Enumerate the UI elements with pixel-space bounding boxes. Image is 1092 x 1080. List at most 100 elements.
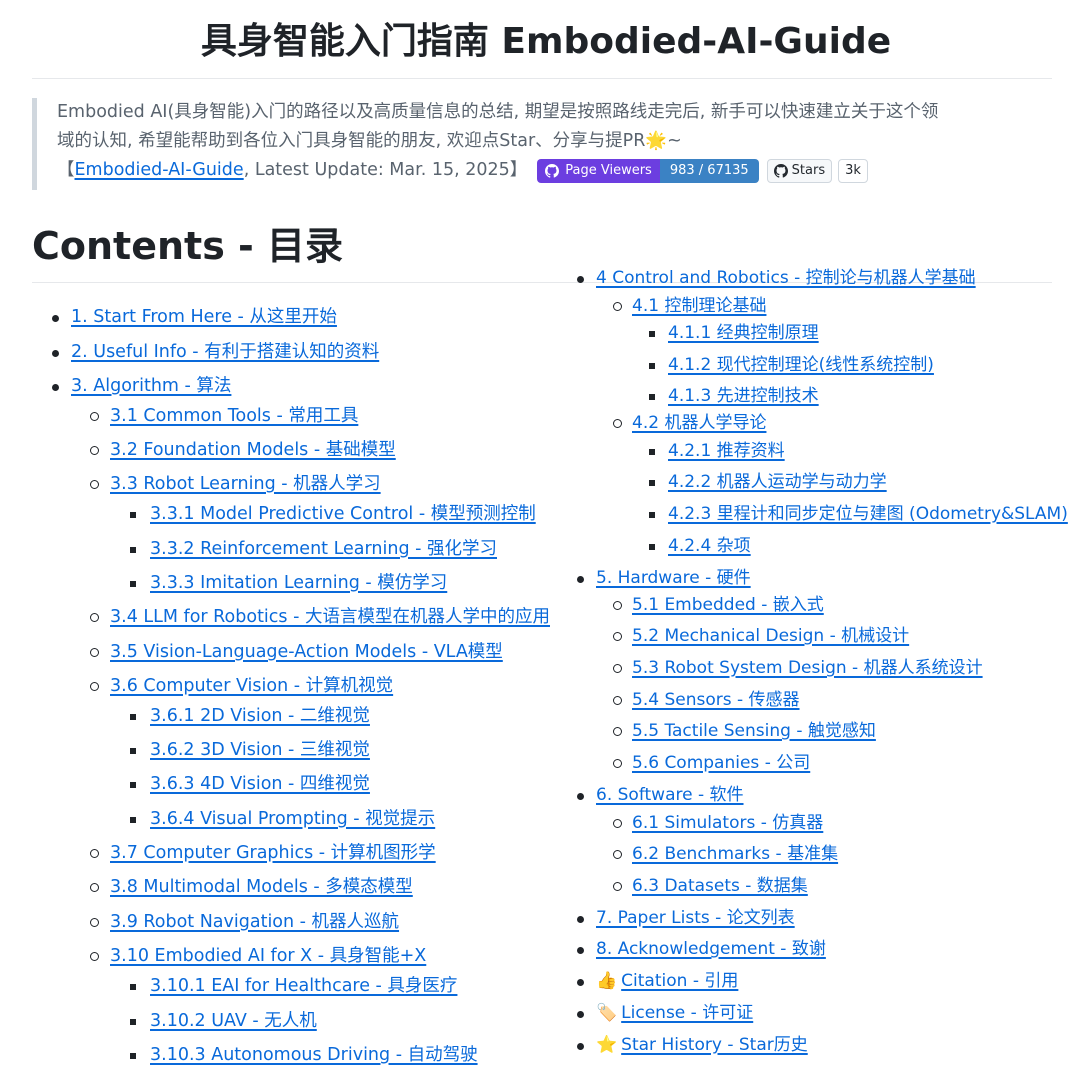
toc-link[interactable]: 3.10.2 UAV - 无人机 [150,1009,317,1033]
bullet-circle-icon [613,819,622,828]
bullet-disc-icon [577,947,584,954]
toc-link[interactable]: 3.7 Computer Graphics - 计算机图形学 [110,841,436,865]
toc-link[interactable]: 5.4 Sensors - 传感器 [632,688,800,712]
toc-link-text: 3.6.2 3D Vision - 三维视觉 [150,740,370,760]
bullet-disc-icon [577,979,584,986]
bullet-disc-icon [577,916,584,923]
toc-link[interactable]: 8. Acknowledgement - 致谢 [596,937,826,961]
toc-link-text: 4.2.3 里程计和同步定位与建图 (Odometry&SLAM) [668,504,1068,524]
toc-link[interactable]: 7. Paper Lists - 论文列表 [596,906,795,930]
stars-count[interactable]: 3k [838,158,868,183]
toc-link[interactable]: 3.3.1 Model Predictive Control - 模型预测控制 [150,502,536,526]
toc-link[interactable]: 3.2 Foundation Models - 基础模型 [110,438,396,462]
toc-link[interactable]: 4.2.2 机器人运动学与动力学 [668,470,887,494]
page-viewers-badge[interactable]: Page Viewers 983 / 67135 [537,158,759,183]
bullet-disc-icon [577,1011,584,1018]
bullet-disc-icon [577,276,584,283]
toc-link[interactable]: 6. Software - 软件 [596,783,744,807]
bullet-square-icon [130,782,136,788]
toc-link[interactable]: 3.3.3 Imitation Learning - 模仿学习 [150,571,447,595]
toc-link[interactable]: ⭐ Star History - Star历史 [596,1033,808,1057]
toc-link[interactable]: 3.5 Vision-Language-Action Models - VLA模… [110,640,503,664]
toc-link[interactable]: 6.1 Simulators - 仿真器 [632,811,823,835]
toc-link[interactable]: 4.2.1 推荐资料 [668,439,785,463]
toc-link[interactable]: 👍 Citation - 引用 [596,969,738,993]
toc-link-text: 6. Software - 软件 [596,785,744,805]
toc-link-text: 4.1 控制理论基础 [632,296,767,316]
toc-link[interactable]: 4.1 控制理论基础 [632,294,766,318]
toc-link-text: 4.1.2 现代控制理论(线性系统控制) [668,355,934,375]
toc-link-text: 4.2.4 杂项 [668,536,751,556]
toc-link[interactable]: 3.6.4 Visual Prompting - 视觉提示 [150,807,435,831]
bullet-disc-icon [577,793,584,800]
bullet-square-icon [130,1019,136,1025]
toc-link[interactable]: 3.8 Multimodal Models - 多模态模型 [110,875,413,899]
toc-link[interactable]: 3.10.3 Autonomous Driving - 自动驾驶 [150,1043,478,1067]
bullet-circle-icon [90,682,99,691]
toc-link[interactable]: 3.1 Common Tools - 常用工具 [110,404,358,428]
bullet-disc-icon [577,576,584,583]
stars-button[interactable]: Stars [766,158,833,183]
toc-link[interactable]: 4 Control and Robotics - 控制论与机器人学基础 [596,266,976,290]
toc-link-text: 6.3 Datasets - 数据集 [632,876,808,896]
toc-link[interactable]: 6.2 Benchmarks - 基准集 [632,842,838,866]
toc-link[interactable]: 4.2.4 杂项 [668,534,751,558]
toc-link[interactable]: 3.6.3 4D Vision - 四维视觉 [150,772,370,796]
bullet-circle-icon [613,664,622,673]
repo-link[interactable]: Embodied-AI-Guide [75,156,244,185]
toc-link-text: 3.3 Robot Learning - 机器人学习 [110,474,381,494]
toc-link[interactable]: 5.2 Mechanical Design - 机械设计 [632,624,909,648]
toc-link-text: 3.10.1 EAI for Healthcare - 具身医疗 [150,976,458,996]
toc-link[interactable]: 5. Hardware - 硬件 [596,566,751,590]
toc-link[interactable]: 1. Start From Here - 从这里开始 [71,305,337,329]
bullet-square-icon [130,512,136,518]
toc-link[interactable]: 5.3 Robot System Design - 机器人系统设计 [632,656,983,680]
toc-link[interactable]: 5.6 Companies - 公司 [632,751,810,775]
bullet-circle-icon [90,883,99,892]
toc-link[interactable]: 3.6.1 2D Vision - 二维视觉 [150,704,370,728]
intro-line-2: 域的认知, 希望能帮助到各位入门具身智能的朋友, 欢迎点Star、分享与提PR🌟… [57,131,682,151]
toc-link-text: 4.2.2 机器人运动学与动力学 [668,472,887,492]
toc-link[interactable]: 3.10.1 EAI for Healthcare - 具身医疗 [150,974,457,998]
bullet-disc-icon [577,1043,584,1050]
toc-link-text: 5.6 Companies - 公司 [632,753,811,773]
toc-link[interactable]: 4.1.1 经典控制原理 [668,321,819,345]
toc-link[interactable]: 3.3.2 Reinforcement Learning - 强化学习 [150,537,497,561]
toc-link[interactable]: 🏷️ License - 许可证 [596,1001,753,1025]
toc-link-text: 3.6.4 Visual Prompting - 视觉提示 [150,809,436,829]
bullet-square-icon [649,331,655,337]
toc-link-text: 4.2 机器人学导论 [632,413,767,433]
bullet-square-icon [649,512,655,518]
toc-link-text: 3.3.3 Imitation Learning - 模仿学习 [150,573,448,593]
toc-link[interactable]: 3.9 Robot Navigation - 机器人巡航 [110,910,399,934]
badge-label: Page Viewers [565,163,652,178]
toc-link-text: Citation - 引用 [621,971,739,991]
toc-link-text: 3.10.2 UAV - 无人机 [150,1011,317,1031]
toc-link[interactable]: 4.2 机器人学导论 [632,411,766,435]
toc-link-text: 3.6.3 4D Vision - 四维视觉 [150,774,370,794]
toc-link[interactable]: 3. Algorithm - 算法 [71,374,231,398]
bullet-circle-icon [90,613,99,622]
toc-link[interactable]: 3.3 Robot Learning - 机器人学习 [110,472,381,496]
bullet-square-icon [130,547,136,553]
toc-link[interactable]: 3.6 Computer Vision - 计算机视觉 [110,674,393,698]
toc-link-text: 3.10.3 Autonomous Driving - 自动驾驶 [150,1045,478,1065]
toc-link[interactable]: 3.10 Embodied AI for X - 具身智能+X [110,944,426,968]
bullet-circle-icon [90,412,99,421]
toc-link[interactable]: 4.1.2 现代控制理论(线性系统控制) [668,353,934,377]
toc-link[interactable]: 5.1 Embedded - 嵌入式 [632,593,824,617]
toc-link-text: 5. Hardware - 硬件 [596,568,751,588]
toc-link[interactable]: 6.3 Datasets - 数据集 [632,874,808,898]
toc-link[interactable]: 2. Useful Info - 有利于搭建认知的资料 [71,340,379,364]
bullet-circle-icon [613,302,622,311]
toc-link[interactable]: 3.4 LLM for Robotics - 大语言模型在机器人学中的应用 [110,605,550,629]
toc-link[interactable]: 5.5 Tactile Sensing - 触觉感知 [632,719,876,743]
toc-link[interactable]: 4.2.3 里程计和同步定位与建图 (Odometry&SLAM) [668,502,1068,526]
bullet-circle-icon [613,696,622,705]
intro-blockquote: Embodied AI(具身智能)入门的路径以及高质量信息的总结, 期望是按照路… [32,98,1042,190]
update-line: 【 Embodied-AI-Guide , Latest Update: Mar… [57,156,1042,185]
bullet-circle-icon [613,850,622,859]
toc-link[interactable]: 3.6.2 3D Vision - 三维视觉 [150,738,370,762]
toc-link-text: 6.2 Benchmarks - 基准集 [632,844,839,864]
toc-link[interactable]: 4.1.3 先进控制技术 [668,384,819,408]
